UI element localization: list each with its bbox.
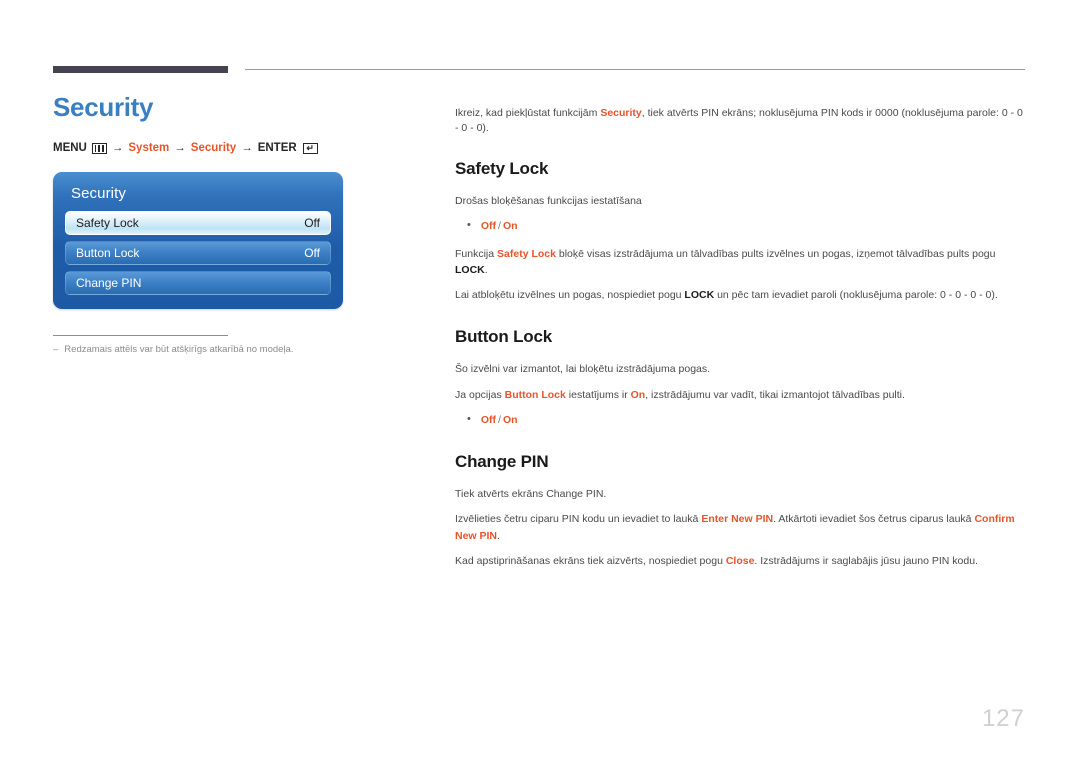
section-heading: Button Lock (455, 327, 552, 347)
section-paragraph-1: Izvēlieties četru ciparu PIN kodu un iev… (455, 511, 1027, 544)
para-text: . Atkārtoti ievadiet šos četrus ciparus … (773, 513, 975, 526)
menu-bars-icon (91, 142, 107, 154)
para-key-button: LOCK (455, 263, 485, 276)
breadcrumb-arrow-2: → (174, 142, 186, 154)
intro-part-1: Ikreiz, kad piekļūstat funkcijām (455, 106, 601, 119)
footnote-divider (53, 335, 228, 336)
intro-keyword: Security (600, 106, 642, 119)
intro-paragraph: Ikreiz, kad piekļūstat funkcijām Securit… (455, 106, 1027, 138)
footnote: – Redzamais attēls var būt atšķirīgs atk… (53, 343, 403, 356)
option-separator: / (498, 413, 501, 426)
breadcrumb-menu-label: MENU (53, 142, 87, 154)
section-description: Tiek atvērts ekrāns Change PIN. (455, 488, 607, 501)
para-text: Lai atbloķētu izvēlnes un pogas, nospied… (455, 289, 685, 302)
osd-row-change-pin[interactable]: Change PIN (65, 271, 331, 295)
left-column: Security MENU → System → Security → ENTE… (53, 94, 403, 356)
breadcrumb-arrow-1: → (111, 142, 124, 154)
option-off: Off (480, 413, 497, 426)
osd-row-label: Button Lock (76, 246, 140, 260)
section-description: Šo izvēlni var izmantot, lai bloķētu izs… (455, 363, 711, 376)
breadcrumb-step-security: Security (190, 142, 237, 154)
section-paragraph-2: Lai atbloķētu izvēlnes un pogas, nospied… (455, 287, 1027, 303)
breadcrumb-step-system: System (128, 142, 170, 154)
para-text: . Izstrādājums ir saglabājis jūsu jauno … (754, 554, 978, 567)
section-button-lock: Button Lock Šo izvēlni var izmantot, lai… (455, 327, 1027, 428)
enter-return-icon: ↵ (302, 142, 318, 154)
osd-row-value: Off (304, 216, 320, 230)
section-paragraph-1: Funkcija Safety Lock bloķē visas izstrād… (455, 246, 1027, 279)
breadcrumb-enter-label: ENTER (257, 142, 297, 154)
para-text: , izstrādājumu var vadīt, tikai izmantoj… (645, 388, 905, 401)
header-rule-dark (53, 66, 228, 73)
osd-row-label: Change PIN (76, 276, 142, 290)
osd-title: Security (71, 185, 126, 202)
osd-row-button-lock[interactable]: Button Lock Off (65, 241, 331, 265)
osd-menu-mock: Security Safety Lock Off Button Lock Off… (53, 172, 343, 309)
option-off: Off (480, 220, 497, 233)
right-column: Ikreiz, kad piekļūstat funkcijām Securit… (455, 95, 1027, 593)
osd-row-value: Off (304, 246, 320, 260)
para-keyword: Close (725, 554, 755, 567)
bullet-dot: • (467, 412, 471, 425)
page-title: Security (53, 92, 154, 122)
para-text: Izvēlieties četru ciparu PIN kodu un iev… (455, 513, 702, 526)
osd-row-label: Safety Lock (76, 216, 139, 230)
header-rule-thin (245, 69, 1025, 70)
option-separator: / (498, 220, 501, 233)
para-key-button: LOCK (684, 289, 715, 302)
section-paragraph-1: Ja opcijas Button Lock iestatījums ir On… (455, 387, 1027, 403)
section-description: Drošas bloķēšanas funkcijas iestatīšana (455, 195, 642, 207)
option-on: On (502, 413, 518, 426)
breadcrumb-arrow-3: → (241, 142, 253, 154)
para-text: Ja opcijas (455, 388, 505, 401)
para-keyword: On (630, 388, 646, 401)
page-number: 127 (981, 705, 1025, 732)
section-heading: Change PIN (455, 452, 549, 472)
footnote-text: Redzamais attēls var būt atšķirīgs atkar… (64, 344, 294, 355)
para-keyword: Safety Lock (497, 247, 556, 260)
section-paragraph-2: Kad apstiprināšanas ekrāns tiek aizvērts… (455, 553, 1027, 569)
breadcrumb: MENU → System → Security → ENTER ↵ (53, 142, 403, 154)
bullet-dot: • (467, 219, 471, 232)
para-text: un pēc tam ievadiet paroli (noklusējuma … (714, 289, 998, 302)
para-text: bloķē visas izstrādājuma un tālvadības p… (555, 247, 996, 260)
footnote-dash: – (53, 344, 59, 355)
section-safety-lock: Safety Lock Drošas bloķēšanas funkcijas … (455, 159, 1027, 303)
para-text: iestatījums ir (565, 388, 631, 401)
para-keyword: Button Lock (504, 388, 566, 401)
para-text: . (497, 529, 500, 542)
option-bullet: • Off / On (455, 218, 1027, 234)
option-bullet: • Off / On (455, 412, 1027, 428)
osd-row-safety-lock[interactable]: Safety Lock Off (65, 211, 331, 235)
section-change-pin: Change PIN Tiek atvērts ekrāns Change PI… (455, 452, 1027, 569)
section-heading: Safety Lock (455, 159, 549, 178)
para-text: . (484, 263, 488, 276)
para-text: Funkcija (455, 247, 498, 260)
para-keyword: Enter New PIN (701, 513, 774, 526)
option-on: On (502, 220, 518, 233)
para-text: Kad apstiprināšanas ekrāns tiek aizvērts… (455, 554, 726, 567)
